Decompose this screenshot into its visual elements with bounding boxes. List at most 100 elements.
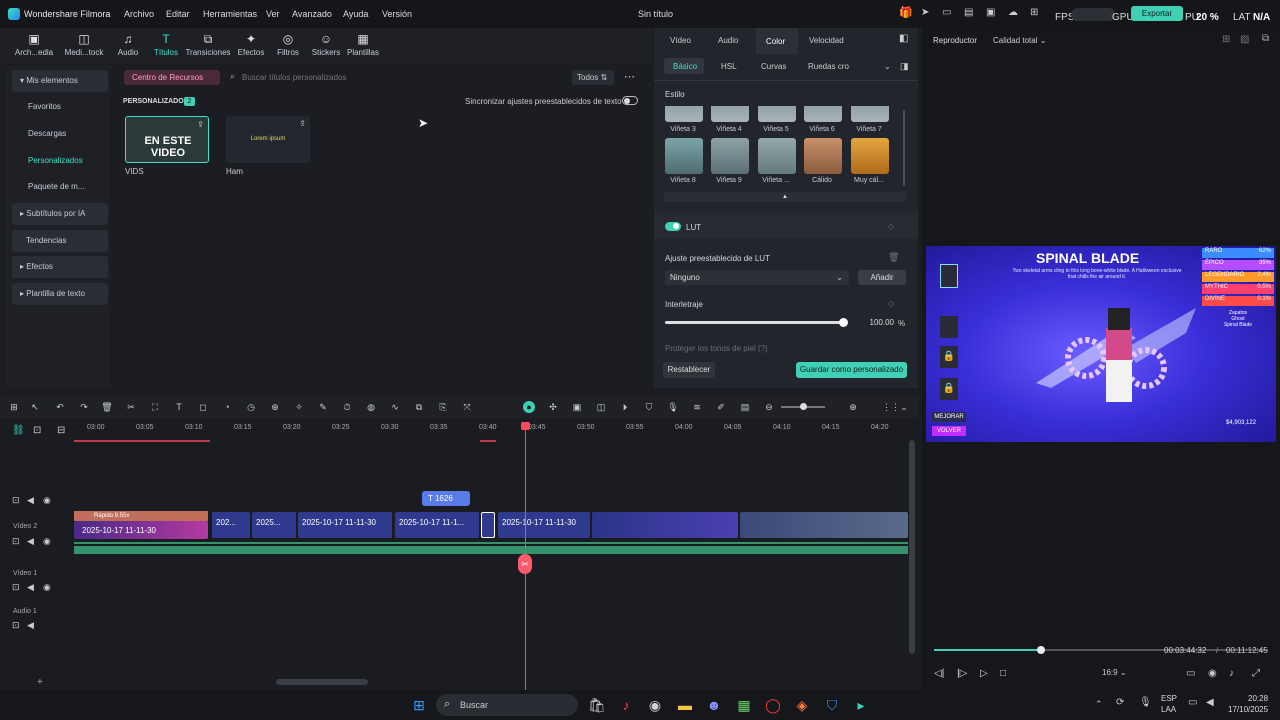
collapse-presets-button[interactable]: ▲	[664, 192, 906, 202]
text-tool-icon[interactable]: T	[173, 401, 185, 413]
preset-thumb-calido[interactable]	[804, 138, 842, 174]
interletraje-slider-thumb[interactable]	[839, 318, 848, 327]
clock-date[interactable]: 17/10/2025	[1228, 705, 1268, 714]
copy-icon[interactable]: ⎘	[437, 401, 449, 413]
filter-dropdown[interactable]: Todos ⇅	[572, 70, 614, 85]
presets-scrollbar[interactable]	[903, 110, 905, 186]
save-icon[interactable]: ▣	[986, 7, 995, 18]
lock-track-icon[interactable]: ⊡	[12, 620, 20, 631]
play-back-icon[interactable]: |▷	[957, 668, 967, 679]
monitor-icon[interactable]: ▭	[1186, 668, 1195, 679]
mic-icon[interactable]: 🎙	[1139, 697, 1152, 708]
play-icon[interactable]: ▷	[980, 668, 988, 679]
trash-icon[interactable]: 🗑	[888, 252, 899, 263]
crop-icon[interactable]: ⛶	[149, 401, 161, 413]
preset-thumb[interactable]	[665, 106, 703, 122]
render-icon[interactable]: ▣	[571, 401, 583, 413]
tab-velocidad[interactable]: Velocidad	[809, 36, 844, 45]
sidebar-item-favoritos[interactable]: Favoritos	[12, 96, 108, 118]
subtitle-icon[interactable]: ▤	[739, 401, 751, 413]
chrome-icon[interactable]: ◉	[645, 695, 665, 715]
timer-icon[interactable]: ◷	[245, 401, 257, 413]
add-track-icon[interactable]: ⊟	[57, 425, 65, 436]
monitor-icon[interactable]: ▭	[942, 7, 951, 18]
windows-start-icon[interactable]: ⊞	[409, 695, 429, 715]
split-scissors-icon[interactable]: ✂	[518, 554, 532, 574]
interletraje-slider-track[interactable]	[665, 321, 843, 324]
menu-herramientas[interactable]: Herramientas	[203, 9, 257, 19]
preset-thumb-vineta8[interactable]	[665, 138, 703, 174]
more-options-icon[interactable]: ⋯	[624, 70, 635, 83]
zoom-slider-thumb[interactable]	[800, 403, 807, 410]
fullscreen-icon[interactable]: ⤢	[1252, 668, 1260, 679]
play-range-icon[interactable]: ⏵	[619, 401, 631, 413]
preset-thumb[interactable]	[758, 106, 796, 122]
lock-track-icon[interactable]: ⊡	[12, 495, 20, 506]
tab-video[interactable]: Vídeo	[670, 36, 691, 45]
credits-pill[interactable]	[1071, 8, 1115, 21]
store-icon[interactable]: 🛍	[587, 695, 607, 715]
volume-icon[interactable]: ◀	[1206, 697, 1214, 708]
eye-icon[interactable]: ◉	[43, 495, 51, 506]
sidebar-item-subtitulos-ia[interactable]: ▸ Subtítulos por IA	[12, 203, 108, 225]
chevron-down-icon[interactable]: ⌄	[898, 401, 910, 413]
mute-icon[interactable]: ◀	[27, 536, 34, 547]
mute-icon[interactable]: ◀	[27, 582, 34, 593]
send-icon[interactable]: ➤	[921, 7, 929, 18]
lock-track-icon[interactable]: ⊡	[12, 582, 20, 593]
volume-icon[interactable]: ♪	[1229, 668, 1234, 679]
mic-icon[interactable]: 🎙	[667, 401, 679, 413]
tab-archivos-media[interactable]: ▣ Arch...edia	[6, 28, 62, 64]
gift-icon[interactable]: 🎁	[899, 6, 913, 19]
select-tool-icon[interactable]: ↖	[29, 401, 41, 413]
menu-avanzado[interactable]: Avanzado	[292, 9, 332, 19]
panel-toggle-icon[interactable]: ◧	[899, 33, 908, 44]
video-clip[interactable]: 2025-10-17 11-11-30	[498, 512, 590, 538]
brave-icon[interactable]: ◈	[792, 695, 812, 715]
subtab-curvas[interactable]: Curvas	[761, 62, 786, 71]
zoom-icon[interactable]: ⊕	[269, 401, 281, 413]
preset-thumb[interactable]	[804, 106, 842, 122]
compare-icon[interactable]: ◨	[900, 61, 909, 72]
export-button[interactable]: Exportar	[1131, 6, 1183, 21]
search-input[interactable]	[242, 70, 442, 85]
eye-icon[interactable]: ◉	[43, 582, 51, 593]
lut-toggle[interactable]	[665, 222, 681, 231]
preset-thumb-vineta10[interactable]	[758, 138, 796, 174]
preset-thumb[interactable]	[851, 106, 889, 122]
speed-icon[interactable]: ◔	[221, 401, 233, 413]
mute-icon[interactable]: ◀	[27, 495, 34, 506]
snapshot-icon[interactable]: ⧉	[1262, 33, 1269, 44]
edit-audio-icon[interactable]: ✐	[715, 401, 727, 413]
voice-icon[interactable]: ≋	[691, 401, 703, 413]
ratio-dropdown[interactable]: 16:9 ⌄	[1102, 668, 1132, 682]
quality-dropdown[interactable]: Calidad total ⌄	[988, 33, 1066, 48]
cloud-upload-icon[interactable]: ⇪	[299, 119, 306, 128]
chat-icon[interactable]: ▤	[964, 7, 973, 18]
delete-icon[interactable]: 🗑	[101, 401, 113, 413]
tab-plantillas[interactable]: ▦ Plantillas	[335, 28, 391, 64]
title-card-vids[interactable]: EN ESTE VIDEO ⇪	[125, 116, 209, 163]
lang-label[interactable]: ESP	[1161, 694, 1177, 703]
diamond-icon[interactable]: ◇	[888, 299, 894, 308]
link-icon[interactable]: ⛓	[12, 425, 25, 436]
tab-color-active[interactable]: Color	[756, 28, 798, 54]
menu-editar[interactable]: Editar	[166, 9, 190, 19]
title-clip-marker[interactable]: T 1626	[422, 491, 470, 506]
menu-ver[interactable]: Ver	[266, 9, 280, 19]
timeline-v-scrollbar[interactable]	[909, 440, 915, 654]
motion-icon[interactable]: ∿	[389, 401, 401, 413]
cloud-icon[interactable]: ☁	[1008, 7, 1018, 18]
folder-icon[interactable]: ▬	[675, 695, 695, 715]
title-card-ham[interactable]: Lorem ipsum ⇪	[226, 116, 310, 163]
chevron-up-icon[interactable]: ⌃	[1095, 699, 1103, 710]
subtab-ruedas[interactable]: Ruedas cro	[808, 62, 849, 71]
pip-icon[interactable]: ◫	[595, 401, 607, 413]
video-clip[interactable]	[592, 512, 738, 538]
video-clip-selected[interactable]	[481, 512, 495, 538]
sidebar-item-descargas[interactable]: Descargas	[12, 123, 108, 145]
discord-icon[interactable]: ☻	[704, 695, 724, 715]
group-icon[interactable]: ⧉	[413, 401, 425, 413]
save-custom-button[interactable]: Guardar como personalizado	[796, 362, 907, 378]
sidebar-item-efectos[interactable]: ▸ Efectos	[12, 256, 108, 278]
